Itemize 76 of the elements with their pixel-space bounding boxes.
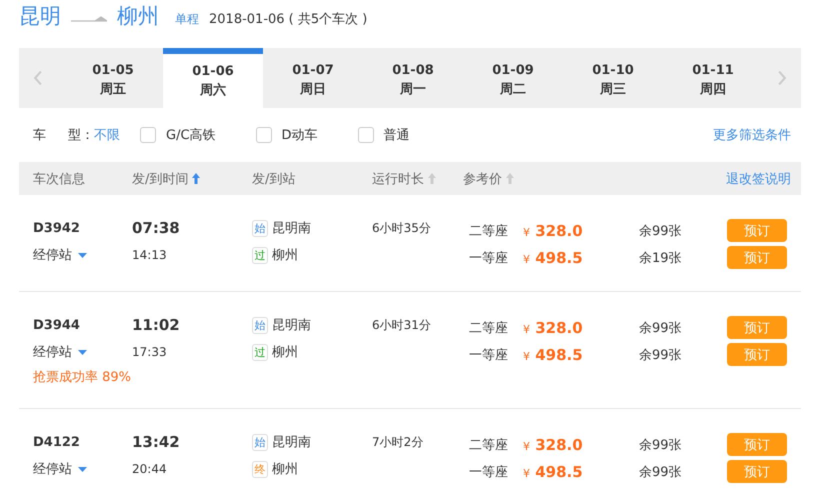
station-tag: 始 [252,317,268,334]
arrival-time: 20:44 [132,461,168,478]
column-header: 发/到站 [252,170,296,188]
caret-icon [78,350,87,355]
departure-city: 昆明 [19,3,61,30]
checkbox-label: G/C高铁 [166,127,216,144]
seat-class: 二等座 [469,320,509,336]
price: ¥ 328.0 [523,436,584,454]
checkbox[interactable] [256,127,272,143]
duration: 6小时35分 [372,220,432,237]
caret-icon [78,253,87,258]
departure-time: 13:42 [132,433,181,452]
seat-class: 二等座 [469,436,509,454]
departure-station: 昆明南 [272,317,311,335]
stops-dropdown[interactable]: 经停站 [33,246,132,265]
duration: 7小时2分 [372,434,424,451]
date-tab[interactable]: 01-05 周五 [63,48,163,108]
remaining-tickets: 余99张 [639,436,683,454]
price: ¥ 498.5 [523,248,584,266]
arrival-station: 柳州 [272,461,298,479]
column-header: 运行时长 [372,170,424,188]
stops-dropdown[interactable]: 经停站 [33,460,132,479]
trip-type: 单程 [175,11,199,28]
price: ¥ 328.0 [523,318,584,336]
remaining-tickets: 余19张 [639,250,683,266]
station-tag: 始 [252,220,268,237]
checkbox-label: D动车 [282,127,318,144]
seat-class: 二等座 [469,222,509,240]
train-number: D3944 [33,317,81,335]
search-summary: 2018-01-06 ( 共5个车次 ) [209,11,368,28]
sort-arrow-icon[interactable] [428,173,436,184]
sort-arrow-icon[interactable] [506,173,514,184]
arrival-city: 柳州 [117,3,159,30]
remaining-tickets: 余99张 [639,464,683,480]
caret-icon [78,467,87,472]
price: ¥ 328.0 [523,222,584,240]
duration: 6小时31分 [372,317,432,334]
departure-time: 07:38 [132,219,181,238]
stops-dropdown[interactable]: 经停站 [33,343,132,362]
arrival-station: 柳州 [272,344,298,362]
station-tag: 过 [252,344,268,361]
seat-class: 一等座 [469,346,509,364]
train-number: D3942 [33,220,81,238]
arrival-station: 柳州 [272,247,298,265]
success-rate-text: 抢票成功率 89% [33,369,132,386]
seat-class: 一等座 [469,250,509,266]
station-tag: 过 [252,247,268,264]
arrival-time: 17:33 [132,344,168,361]
remaining-tickets: 余99张 [639,346,683,364]
checkbox[interactable] [358,127,374,143]
price: ¥ 498.5 [523,346,584,364]
remaining-tickets: 余99张 [639,222,683,240]
departure-station: 昆明南 [272,434,311,452]
departure-time: 11:02 [132,316,181,335]
date-tab[interactable]: 01-06 周六 [163,48,263,108]
sort-arrow-icon[interactable] [192,173,200,184]
column-header: 发/到时间 [132,170,188,188]
date-tab[interactable]: 01-07 周日 [263,48,363,108]
filter-label: 型： [68,127,94,144]
train-number: D4122 [33,434,81,452]
filter-label: 车 [33,127,46,144]
date-tab[interactable]: 01-11 周四 [663,48,763,108]
date-tab[interactable]: 01-10 周三 [563,48,663,108]
station-tag: 始 [252,434,268,451]
departure-station: 昆明南 [272,220,311,238]
date-tab[interactable]: 01-08 周一 [363,48,463,108]
remaining-tickets: 余99张 [639,320,683,336]
arrival-time: 14:13 [132,247,168,264]
station-tag: 终 [252,461,268,478]
checkbox-label: 普通 [384,126,410,144]
date-tab[interactable]: 01-09 周二 [463,48,563,108]
seat-class: 一等座 [469,464,509,480]
checkbox[interactable] [140,127,156,143]
column-header: 参考价 [463,170,502,188]
price: ¥ 498.5 [523,462,584,480]
column-header: 车次信息 [33,170,85,188]
